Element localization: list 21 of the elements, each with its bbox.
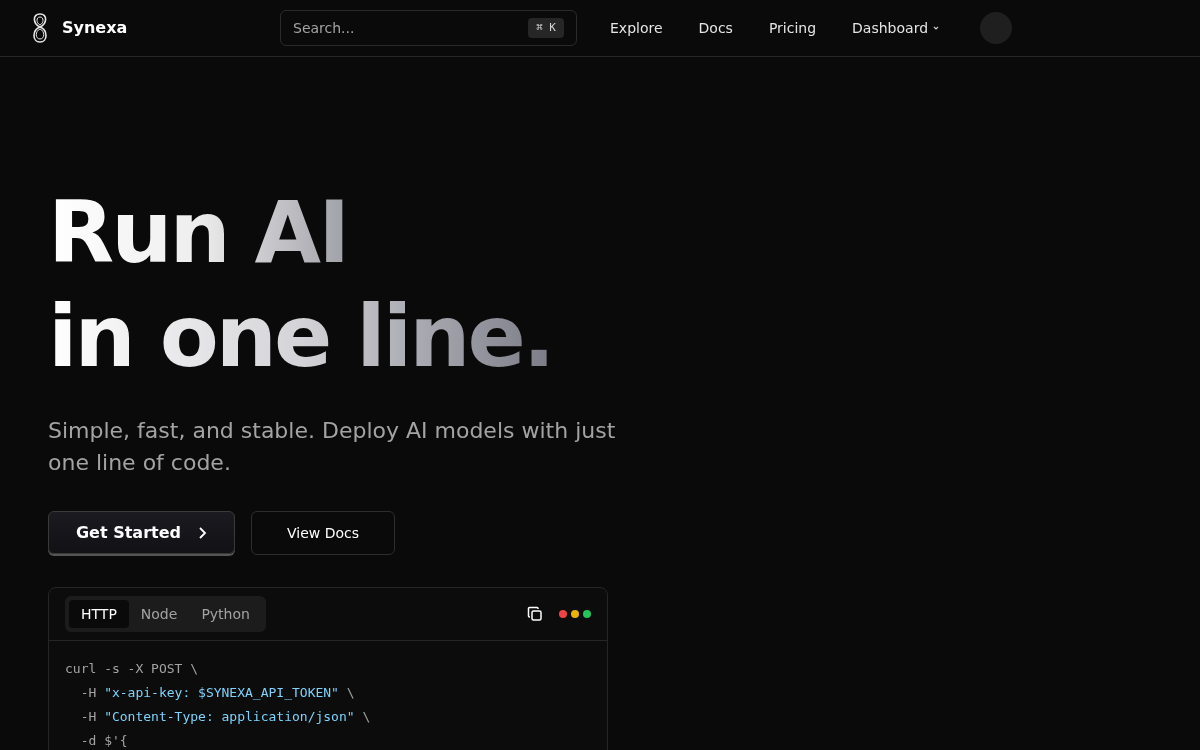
- hero-subtitle: Simple, fast, and stable. Deploy AI models with just one line of code.: [48, 417, 617, 477]
- code-tab[interactable]: Python: [189, 600, 262, 628]
- chevron-down-icon: [932, 24, 941, 32]
- search-field[interactable]: Search... ⌘ K: [280, 10, 577, 46]
- code-line: -H "Content-Type: application/json" \: [79, 708, 371, 726]
- code-line: -d $'{: [79, 732, 128, 750]
- code-tab[interactable]: HTTP: [69, 600, 129, 628]
- brand-name: Synexa: [62, 17, 128, 39]
- nav-link[interactable]: Pricing: [768, 17, 817, 39]
- logo-icon: [30, 12, 50, 44]
- code-line: curl -s -X POST \: [65, 660, 199, 678]
- view-docs-button[interactable]: View Docs: [251, 511, 395, 555]
- nav-link[interactable]: Explore: [610, 17, 663, 39]
- get-started-button[interactable]: Get Started: [48, 511, 235, 554]
- copy-icon[interactable]: [527, 606, 543, 622]
- nav-link[interactable]: Docs: [698, 17, 733, 39]
- nav-dropdown[interactable]: Dashboard: [852, 17, 941, 39]
- code-tab[interactable]: Node: [128, 600, 190, 628]
- code-line: -H "x-api-key: $SYNEXA_API_TOKEN" \: [79, 684, 355, 702]
- shortcut-key: ⌘ K: [528, 17, 564, 39]
- chevron-right-icon: [197, 525, 207, 540]
